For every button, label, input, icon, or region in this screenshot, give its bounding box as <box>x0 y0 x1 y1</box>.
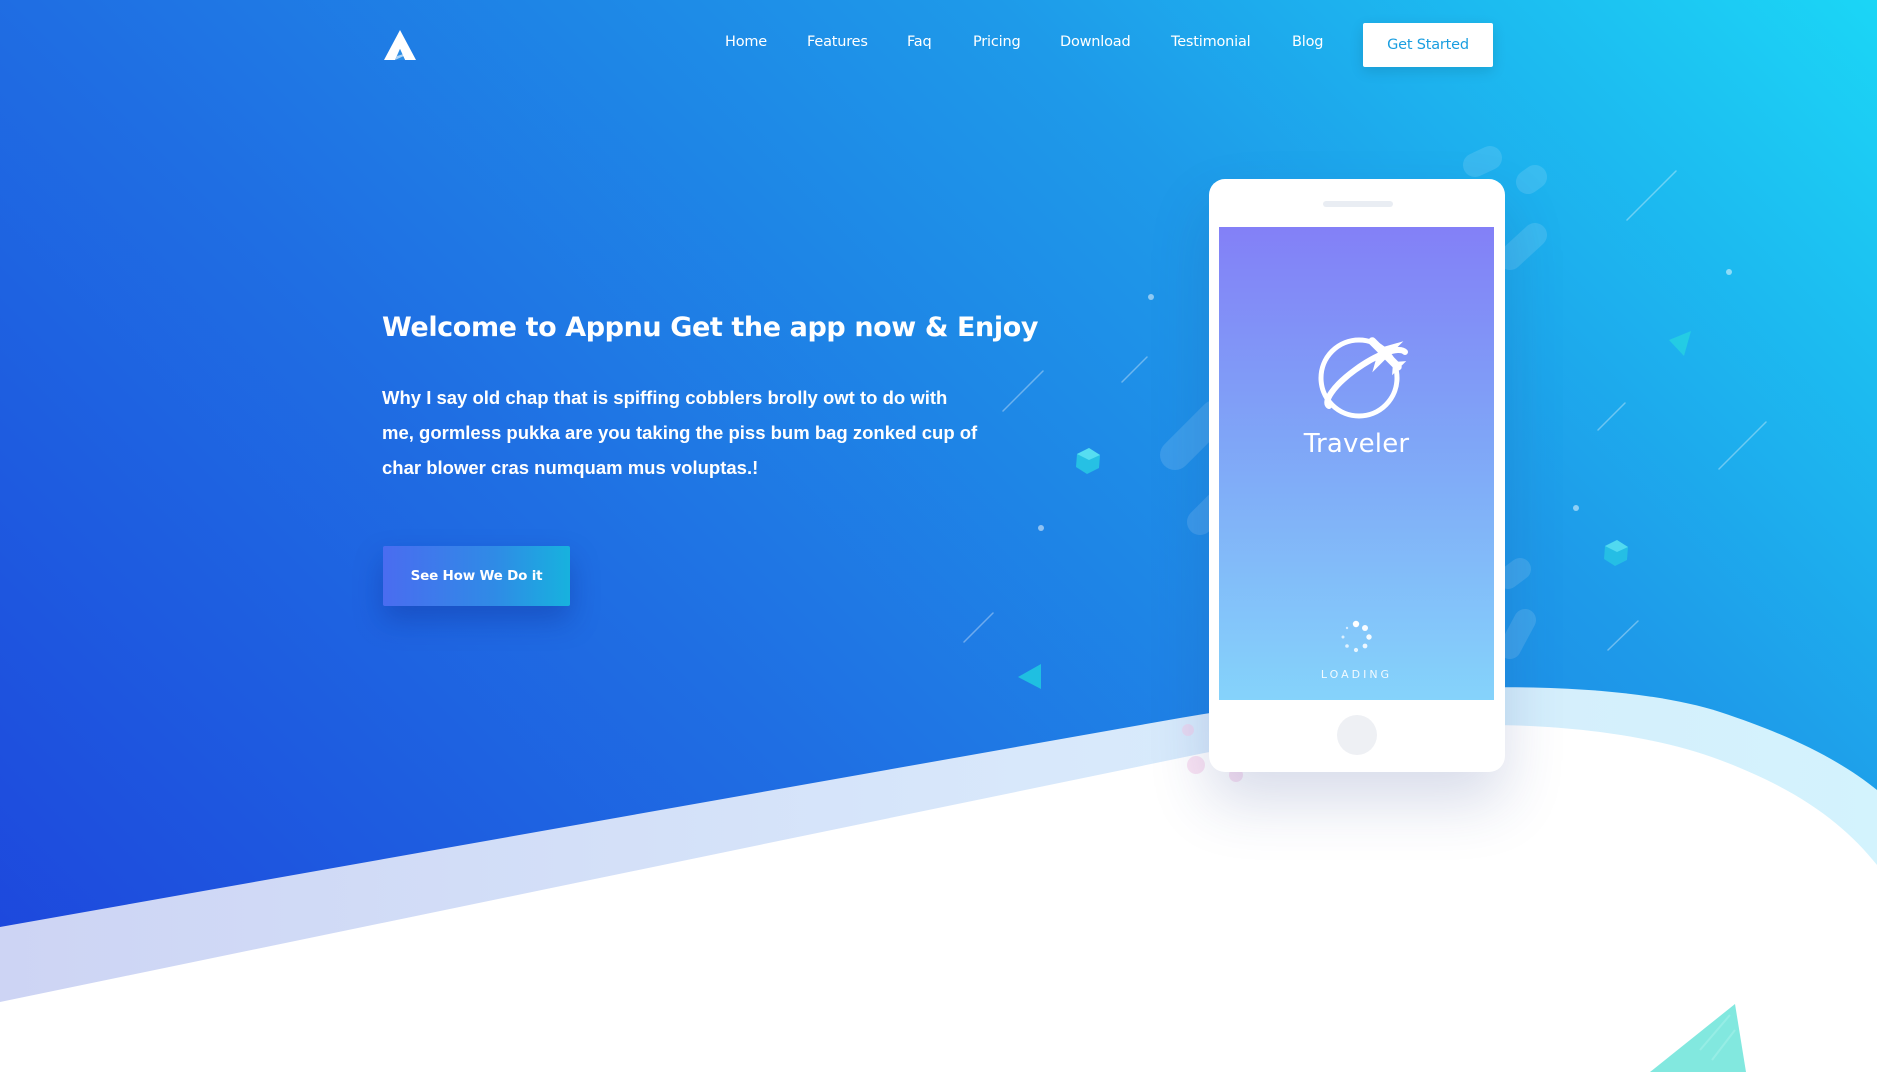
phone-home-button <box>1337 715 1377 755</box>
nav-blog[interactable]: Blog <box>1292 34 1323 50</box>
nav-home[interactable]: Home <box>725 34 767 50</box>
loading-spinner-icon <box>1341 620 1372 653</box>
hero-wave-divider <box>0 687 1877 1072</box>
main-nav: Home Features Faq Pricing Download Testi… <box>0 34 1877 56</box>
phone-mockup: Traveler LOADING <box>1209 179 1505 772</box>
nav-download[interactable]: Download <box>1060 34 1131 50</box>
get-started-button[interactable]: Get Started <box>1363 23 1493 67</box>
hero-title: Welcome to Appnu Get the app now & Enjoy <box>382 312 1039 343</box>
see-how-button[interactable]: See How We Do it <box>383 546 570 606</box>
phone-screen: Traveler LOADING <box>1219 227 1494 700</box>
site-header: Home Features Faq Pricing Download Testi… <box>0 0 1877 90</box>
landing-page: Home Features Faq Pricing Download Testi… <box>0 0 1877 1072</box>
phone-speaker <box>1323 201 1393 207</box>
nav-testimonial[interactable]: Testimonial <box>1171 34 1251 50</box>
app-name: Traveler <box>1303 429 1410 459</box>
nav-pricing[interactable]: Pricing <box>973 34 1021 50</box>
nav-features[interactable]: Features <box>807 34 868 50</box>
airplane-globe-icon <box>1318 337 1408 419</box>
loading-label: LOADING <box>1320 668 1393 681</box>
nav-faq[interactable]: Faq <box>907 34 932 50</box>
hero-description: Why I say old chap that is spiffing cobb… <box>382 387 978 478</box>
